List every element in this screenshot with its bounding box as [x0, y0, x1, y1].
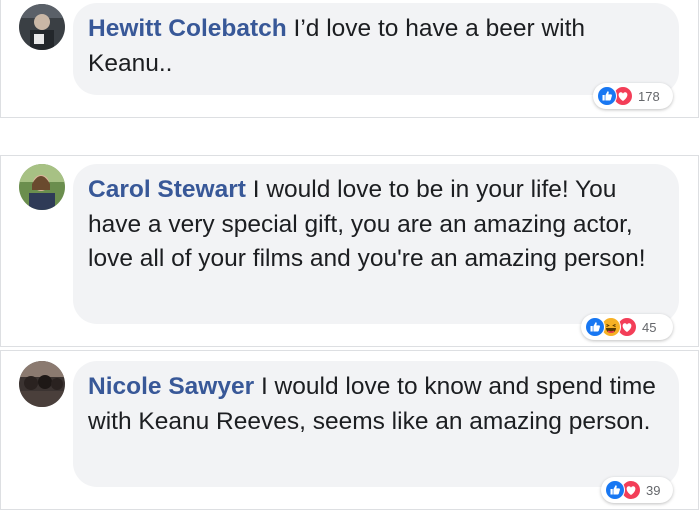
comment-bubble: Hewitt Colebatch I’d love to have a beer… — [73, 3, 679, 95]
reactions-summary[interactable]: 45 — [581, 314, 673, 340]
reaction-count: 45 — [642, 319, 657, 335]
comment-card: Carol Stewart I would love to be in your… — [0, 155, 699, 347]
avatar[interactable] — [19, 164, 65, 210]
reaction-count: 39 — [646, 482, 661, 498]
comment-author-link[interactable]: Nicole Sawyer — [88, 373, 254, 400]
like-icon — [605, 480, 625, 500]
comment-author-link[interactable]: Hewitt Colebatch — [88, 15, 287, 42]
reactions-summary[interactable]: 178 — [593, 83, 673, 109]
like-icon — [597, 86, 617, 106]
comment-bubble: Carol Stewart I would love to be in your… — [73, 164, 679, 324]
avatar[interactable] — [19, 4, 65, 50]
avatar[interactable] — [19, 361, 65, 407]
like-icon — [585, 317, 605, 337]
comment-author-link[interactable]: Carol Stewart — [88, 176, 246, 203]
reaction-count: 178 — [638, 88, 660, 104]
comment-bubble: Nicole Sawyer I would love to know and s… — [73, 361, 679, 487]
reactions-summary[interactable]: 39 — [601, 477, 673, 503]
comment-card: Hewitt Colebatch I’d love to have a beer… — [0, 0, 699, 118]
comment-card: Nicole Sawyer I would love to know and s… — [0, 350, 699, 510]
